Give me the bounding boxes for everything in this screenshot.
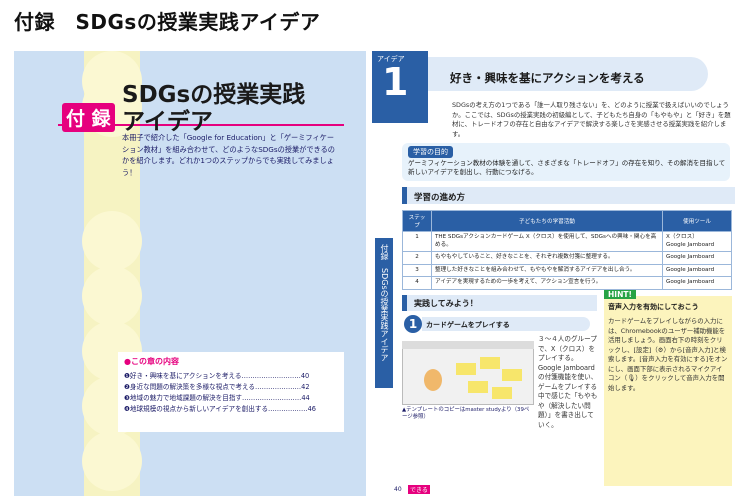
table-cell: 4 [402, 276, 432, 290]
intro-text: 本冊子で紹介した「Google for Education」と「ゲーミフィケーシ… [122, 133, 335, 177]
character-illustration [424, 369, 442, 391]
toc-item[interactable]: ❹地球規模の視点から新しいアイデアを創出する………………46 [124, 403, 340, 413]
sticky-note [456, 363, 476, 375]
toc-item[interactable]: ❶好き・興味を基にアクションを考える………………………40 [124, 370, 340, 380]
idea-number: 1 [382, 60, 409, 104]
screenshot-toolbar [402, 341, 534, 349]
table-header: 使用ツール [662, 210, 732, 232]
table-header: ステップ [402, 210, 432, 232]
appendix-badge: 付 録 [62, 103, 115, 132]
chapter-heading-line2: アイデア [122, 109, 213, 135]
side-tab-label: 付録 SDGsの授業実践アイデア [380, 244, 389, 362]
process-table: ステップ 子どもたちの学習活動 使用ツール 1 THE SDGsアクションカード… [402, 210, 732, 290]
table-row: 4 アイデアを実現するための一歩を考えて、アクション宣言を行う。 Google … [402, 276, 732, 290]
table-row: 1 THE SDGsアクションカードゲーム X（クロス）を使用して、SDGsへの… [402, 231, 732, 252]
step-title: カードゲームをプレイする [426, 321, 510, 329]
table-cell: Google Jamboard [662, 263, 732, 277]
hint-title: 音声入力を有効にしておこう [608, 303, 699, 311]
table-row: 3 整理した好きなことを組み合わせて、もやもやを解消するアイデアを出し合う。 G… [402, 263, 732, 277]
decorative-circle [82, 431, 142, 491]
table-cell: Google Jamboard [662, 251, 732, 265]
table-cell: X（クロス） Google Jamboard [662, 231, 732, 252]
right-page: アイデア 1 好き・興味を基にアクションを考える SDGsの考え方の1つである「… [372, 51, 738, 496]
table-cell: 2 [402, 251, 432, 265]
table-cell: 整理した好きなことを組み合わせて、もやもやを解消するアイデアを出し合う。 [431, 263, 663, 277]
hint-text: カードゲームをプレイしながらの入力には、Chromebookのユーザー補助機能を… [608, 317, 728, 392]
step-number: 1 [404, 315, 422, 333]
page-tag: できる [408, 485, 430, 494]
table-row: 2 もやもやしていること、好きなことを、それぞれ複数付箋に整理する。 Googl… [402, 251, 732, 265]
step-text: ３〜４人のグループで、X（クロス）をプレイする。Google Jamboardの… [538, 335, 598, 429]
decorative-circle [82, 266, 142, 326]
sticky-note [502, 369, 522, 381]
page-title: 付録 SDGsの授業実践アイデア [14, 10, 321, 34]
screenshot-caption: ▲テンプレートのコピーはmaster studyより（39ページ参照） [402, 407, 530, 420]
table-cell: もやもやしていること、好きなことを、それぞれ複数付箋に整理する。 [431, 251, 663, 265]
intro-paragraph: SDGsの考え方の1つである「誰一人取り残さない」を、どのように授業で扱えばいい… [452, 101, 731, 138]
toc-item[interactable]: ❸地域の魅力で地域課題の解決を目指す………………………44 [124, 392, 340, 402]
sticky-note [492, 387, 512, 399]
decorative-circle [82, 211, 142, 271]
table-cell: アイデアを実現するための一歩を考えて、アクション宣言を行う。 [431, 276, 663, 290]
sticky-note [480, 357, 500, 369]
toc-heading: ●この章の内容 [124, 357, 179, 366]
table-header: 子どもたちの学習活動 [431, 210, 663, 232]
try-heading: 実践してみよう！ [414, 299, 478, 308]
goal-text: ゲーミフィケーション教材の体験を通して、さまざまな「トレードオフ」の存在を知り、… [408, 159, 726, 176]
process-heading: 学習の進め方 [414, 193, 466, 203]
table-cell: 3 [402, 263, 432, 277]
page-number: 40 [394, 486, 402, 493]
table-cell: Google Jamboard [662, 276, 732, 290]
sticky-note [468, 381, 488, 393]
table-cell: 1 [402, 231, 432, 252]
table-cell: THE SDGsアクションカードゲーム X（クロス）を使用して、SDGsへの興味… [431, 231, 663, 252]
section-heading: 好き・興味を基にアクションを考える [450, 71, 645, 85]
hint-tag: HINT! [604, 290, 636, 299]
goal-tag: 学習の目的 [408, 146, 453, 158]
toc-item[interactable]: ❷身近な問題の解決策を多様な視点で考える…………………42 [124, 381, 340, 391]
